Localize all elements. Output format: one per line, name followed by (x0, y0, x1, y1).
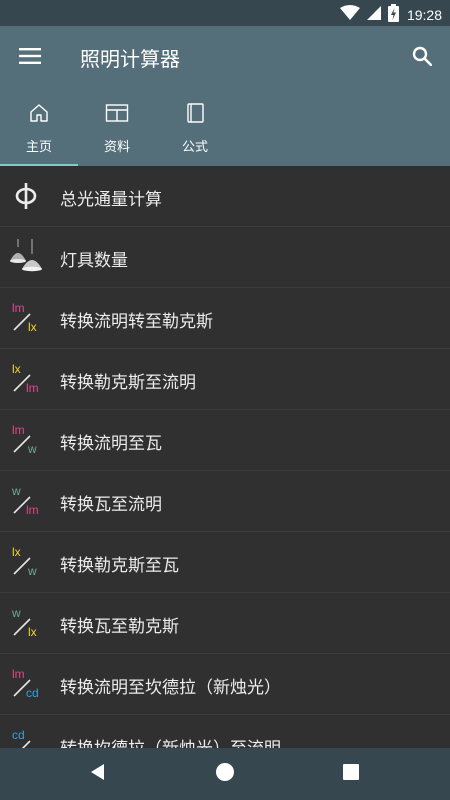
svg-text:cd: cd (26, 686, 39, 700)
w-lx-icon: w lx (8, 605, 44, 641)
svg-text:lm: lm (12, 301, 25, 315)
wifi-icon (339, 5, 360, 25)
svg-text:lx: lx (12, 362, 21, 376)
list-item-label: 转换流明至瓦 (60, 434, 162, 454)
recents-icon (343, 764, 359, 784)
lx-lm-icon: lx lm (8, 361, 44, 397)
lm-lx-icon: lm lx (8, 300, 44, 336)
recents-button[interactable] (331, 754, 371, 794)
menu-button[interactable] (10, 38, 50, 78)
list-item-lm-to-lx[interactable]: lm lx 转换流明转至勒克斯 (0, 288, 450, 349)
status-bar: 19:28 (0, 0, 450, 26)
search-button[interactable] (402, 38, 442, 78)
list-item-lx-to-lm[interactable]: lx lm 转换勒克斯至流明 (0, 349, 450, 410)
list-item-lm-to-cd[interactable]: lm cd 转换流明至坎德拉（新烛光） (0, 654, 450, 715)
tab-home-label: 主页 (25, 140, 52, 155)
list-item-label: 转换勒克斯至瓦 (60, 556, 179, 576)
tab-data-label: 资料 (103, 140, 130, 155)
svg-text:lm: lm (12, 423, 25, 437)
system-nav-bar (0, 748, 450, 800)
status-time: 19:28 (406, 7, 442, 23)
list-item-label: 灯具数量 (60, 251, 128, 271)
svg-text:lx: lx (28, 625, 37, 639)
app-title: 照明计算器 (80, 47, 180, 71)
table-icon (105, 102, 129, 128)
list-item-w-to-lm[interactable]: w lm 转换瓦至流明 (0, 471, 450, 532)
tab-home[interactable]: 主页 (0, 94, 78, 166)
list-item-label: 转换流明转至勒克斯 (60, 312, 213, 332)
lm-cd-icon: lm cd (8, 666, 44, 702)
list-item-w-to-lx[interactable]: w lx 转换瓦至勒克斯 (0, 593, 450, 654)
svg-text:w: w (27, 442, 37, 456)
svg-text:lx: lx (12, 545, 21, 559)
tab-formula[interactable]: 公式 (156, 94, 234, 166)
signal-icon (366, 5, 382, 25)
battery-icon (387, 4, 399, 26)
svg-text:lx: lx (28, 320, 37, 334)
list-item-label: 转换瓦至流明 (60, 495, 162, 515)
lamp-icon (8, 239, 44, 275)
lm-w-icon: lm w (8, 422, 44, 458)
search-icon (412, 46, 433, 70)
list-item-total-flux[interactable]: 总光通量计算 (0, 166, 450, 227)
tab-formula-label: 公式 (181, 140, 208, 155)
list-item-label: 转换坎德拉（新烛光）至流明 (60, 734, 281, 748)
tab-bar: 主页 资料 公式 (0, 94, 234, 166)
svg-text:lm: lm (26, 503, 39, 517)
list-item-cd-to-lm[interactable]: cd lm 转换坎德拉（新烛光）至流明 (0, 715, 450, 748)
svg-text:lm: lm (26, 381, 39, 395)
list-item-label: 总光通量计算 (60, 190, 162, 210)
status-icons: 19:28 (339, 4, 442, 26)
svg-text:w: w (11, 606, 21, 620)
svg-text:lm: lm (12, 667, 25, 681)
lx-w-icon: lx w (8, 544, 44, 580)
svg-text:cd: cd (12, 728, 25, 742)
cd-lm-icon: cd lm (8, 727, 44, 748)
book-icon (184, 102, 206, 128)
list-item-label: 转换勒克斯至流明 (60, 373, 196, 393)
back-icon (89, 763, 107, 785)
list-item-label: 转换流明至坎德拉（新烛光） (60, 678, 281, 698)
calculator-list: 总光通量计算 灯具数量 lm lx 转换流明转至勒克斯 lx lm 转换勒克斯至… (0, 166, 450, 748)
home-button[interactable] (205, 754, 245, 794)
back-button[interactable] (78, 754, 118, 794)
phi-icon (8, 178, 44, 214)
list-item-label: 转换瓦至勒克斯 (60, 617, 179, 637)
app-bar: 照明计算器 主页 资料 公式 (0, 26, 450, 166)
svg-text:w: w (27, 564, 37, 578)
home-circle-icon (215, 762, 235, 786)
menu-icon (19, 48, 41, 68)
w-lm-icon: w lm (8, 483, 44, 519)
list-item-lx-to-w[interactable]: lx w 转换勒克斯至瓦 (0, 532, 450, 593)
svg-text:w: w (11, 484, 21, 498)
list-item-lm-to-w[interactable]: lm w 转换流明至瓦 (0, 410, 450, 471)
list-item-lamp-count[interactable]: 灯具数量 (0, 227, 450, 288)
home-icon (28, 102, 50, 128)
tab-data[interactable]: 资料 (78, 94, 156, 166)
